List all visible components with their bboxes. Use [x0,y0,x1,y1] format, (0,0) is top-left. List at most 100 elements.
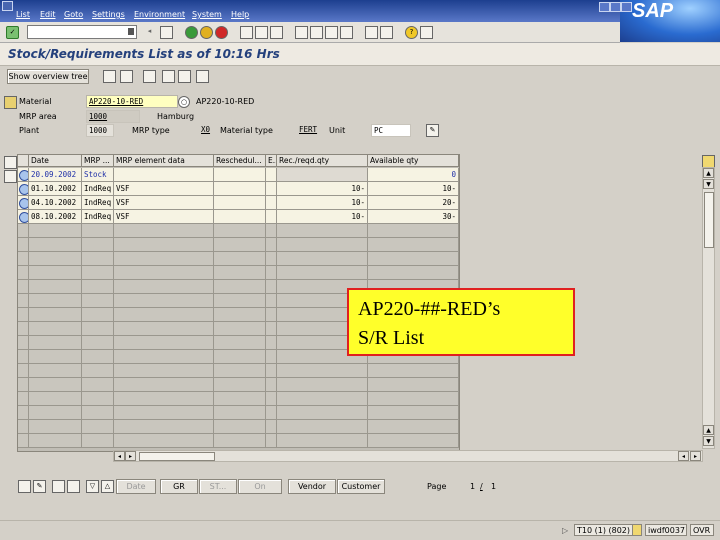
empty-row-selector[interactable] [18,294,29,308]
column-header-reschedule[interactable]: Reschedul... [214,155,266,167]
customer-button[interactable]: Customer [337,479,385,494]
sort-up-icon[interactable]: △ [101,480,114,493]
user-icon[interactable] [120,70,133,83]
element-icon[interactable] [18,480,31,493]
find-next-icon[interactable] [270,26,283,39]
empty-row-selector[interactable] [18,350,29,364]
empty-row-selector[interactable] [18,336,29,350]
scroll-down-top-icon[interactable]: ▼ [703,179,714,189]
horizontal-scrollbar[interactable]: ◂ ▸ ◂ ▸ [113,450,703,462]
menu-edit[interactable]: Edit [40,10,56,19]
first-page-icon[interactable] [295,26,308,39]
exit-icon[interactable] [200,26,213,39]
menu-help[interactable]: Help [231,10,249,19]
last-page-icon[interactable] [340,26,353,39]
create-session-icon[interactable] [365,26,378,39]
gr-button[interactable]: GR [160,479,198,494]
empty-row-selector[interactable] [18,322,29,336]
menu-system[interactable]: System [192,10,222,19]
vertical-scrollbar[interactable]: ▲ ▼ ▲ ▼ [702,167,715,449]
layout-menu-icon[interactable] [420,26,433,39]
maximize-window-icon[interactable] [610,2,621,12]
status-expand-icon[interactable]: ▷ [562,526,568,535]
back-arrow-icon[interactable]: ◂ [144,26,155,37]
column-header-rec-reqd-qty[interactable]: Rec./reqd.qty [277,155,368,167]
mrp-area-field[interactable]: 1000 [86,110,140,123]
next-page-icon[interactable] [325,26,338,39]
row-selector[interactable] [18,182,29,196]
save-icon[interactable] [160,26,173,39]
row-detail-icon[interactable] [19,198,28,209]
edit-pencil-icon[interactable]: ✎ [426,124,439,137]
enter-check-icon[interactable]: ✓ [6,26,19,39]
scroll-down-icon[interactable]: ▼ [703,436,714,446]
column-header-date[interactable]: Date [29,155,82,167]
collapse-icon[interactable] [67,480,80,493]
header-details-icon[interactable] [4,96,17,109]
empty-row-selector[interactable] [18,378,29,392]
export-icon[interactable] [178,70,191,83]
menu-goto[interactable]: Goto [64,10,83,19]
scroll-left-end-icon[interactable]: ◂ [678,451,689,461]
settings-icon[interactable] [196,70,209,83]
empty-row-selector[interactable] [18,434,29,448]
cancel-icon[interactable] [215,26,228,39]
menu-environment[interactable]: Environment [134,10,185,19]
material-field[interactable]: AP220-10-RED [86,95,178,108]
close-window-icon[interactable] [621,2,632,12]
minimize-window-icon[interactable] [599,2,610,12]
previous-page-icon[interactable] [310,26,323,39]
scroll-up-icon[interactable]: ▲ [703,168,714,178]
empty-row-selector[interactable] [18,308,29,322]
filter-icon[interactable] [162,70,175,83]
scroll-thumb[interactable] [704,192,714,248]
empty-row-selector[interactable] [18,224,29,238]
refresh-icon[interactable] [103,70,116,83]
mrp-type-field[interactable]: X0 [199,124,215,135]
back-icon[interactable] [185,26,198,39]
material-info-icon[interactable]: ○ [178,96,190,108]
show-overview-tree-button[interactable]: Show overview tree [7,69,89,84]
command-history-icon[interactable] [128,28,134,35]
table-config-icon[interactable] [4,170,17,183]
row-detail-icon[interactable] [19,170,28,181]
empty-row-selector[interactable] [18,420,29,434]
vendor-button[interactable]: Vendor [288,479,336,494]
empty-row-selector[interactable] [18,406,29,420]
column-header-mrp-element-data[interactable]: MRP element data [114,155,214,167]
row-selector[interactable] [18,196,29,210]
material-type-field[interactable]: FERT [297,124,323,135]
edit-element-icon[interactable]: ✎ [33,480,46,493]
app-menu-icon[interactable] [2,1,13,11]
select-all-header[interactable] [18,155,29,167]
details-icon[interactable] [143,70,156,83]
column-header-mrp-element[interactable]: MRP ... [82,155,114,167]
row-detail-icon[interactable] [19,212,28,223]
empty-row-selector[interactable] [18,238,29,252]
print-icon[interactable] [240,26,253,39]
shortcut-icon[interactable] [380,26,393,39]
row-selector[interactable] [18,168,29,182]
expand-icon[interactable] [52,480,65,493]
status-system-icon[interactable] [632,524,642,536]
scroll-right-top-icon[interactable]: ▸ [125,451,136,461]
h-scroll-thumb[interactable] [139,452,215,461]
empty-row-selector[interactable] [18,252,29,266]
column-header-available-qty[interactable]: Available qty [368,155,459,167]
row-selector[interactable] [18,210,29,224]
menu-settings[interactable]: Settings [92,10,125,19]
table-settings-icon[interactable] [4,156,17,169]
empty-row-selector[interactable] [18,266,29,280]
scroll-right-icon[interactable]: ▸ [690,451,701,461]
empty-row-selector[interactable] [18,364,29,378]
scroll-left-icon[interactable]: ◂ [114,451,125,461]
empty-row-selector[interactable] [18,280,29,294]
help-icon[interactable]: ? [405,26,418,39]
menu-list[interactable]: List [16,10,30,19]
command-field[interactable] [27,25,137,39]
row-detail-icon[interactable] [19,184,28,195]
empty-row-selector[interactable] [18,392,29,406]
column-header-exception[interactable]: E.. [266,155,277,167]
find-icon[interactable] [255,26,268,39]
sort-down-icon[interactable]: ▽ [86,480,99,493]
